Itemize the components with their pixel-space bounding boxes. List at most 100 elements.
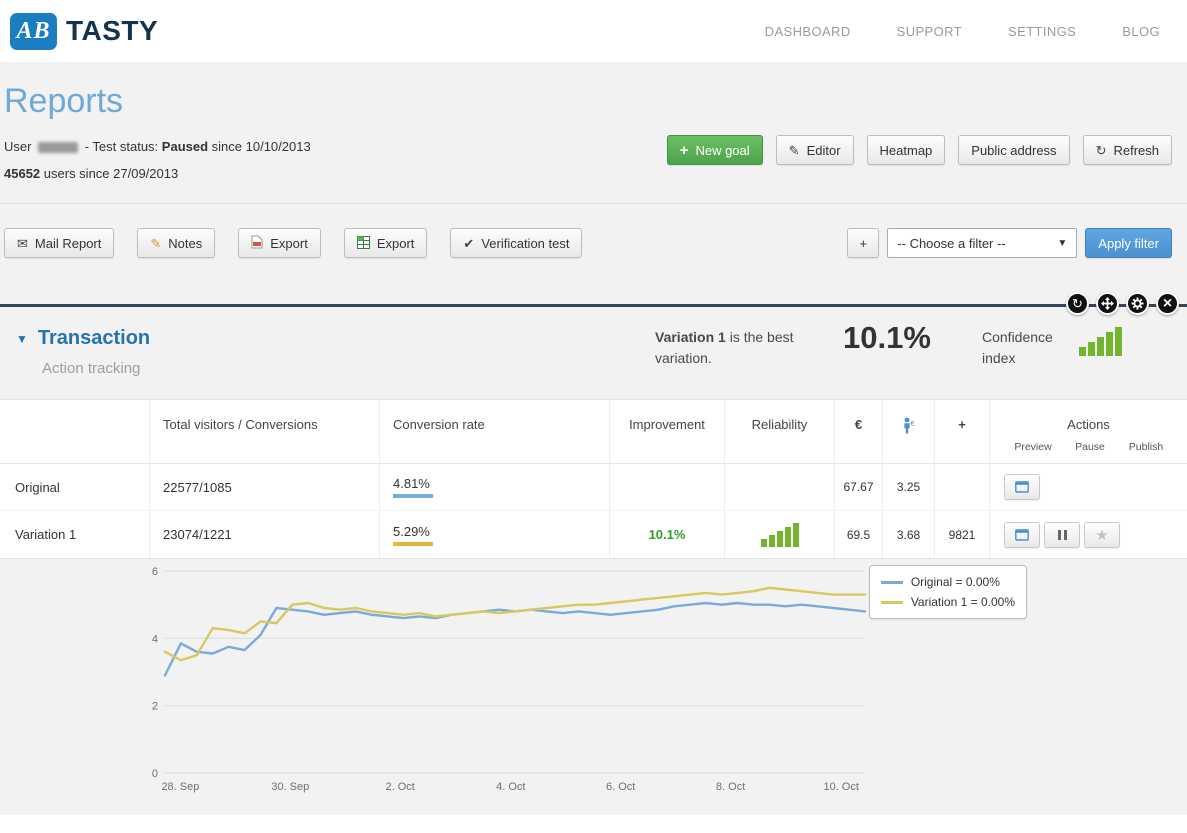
revenue-per-user-cell: 3.25 <box>883 464 935 510</box>
confidence-index: Confidence index <box>982 327 1122 369</box>
rate-cell: 4.81% <box>380 464 610 510</box>
public-address-label: Public address <box>971 143 1056 158</box>
logo-text: TASTY <box>66 15 158 47</box>
user-label: User <box>4 139 31 154</box>
public-address-button[interactable]: Public address <box>958 135 1069 165</box>
star-icon: ★ <box>1095 526 1108 544</box>
chart-legend: Original = 0.00% Variation 1 = 0.00% <box>869 565 1027 619</box>
export-pdf-label: Export <box>270 236 308 251</box>
mail-report-button[interactable]: ✉ Mail Report <box>4 228 114 258</box>
new-goal-button[interactable]: + New goal <box>667 135 763 165</box>
visitors-value: 22577/1085 <box>163 480 232 495</box>
notes-button[interactable]: ✎ Notes <box>137 228 215 258</box>
add-filter-icon: + <box>860 236 868 251</box>
new-goal-label: New goal <box>695 143 749 158</box>
table-header-row: Total visitors / Conversions Conversion … <box>0 400 1187 464</box>
status-since: since 10/10/2013 <box>212 139 311 154</box>
collapse-caret-icon: ▼ <box>16 332 28 346</box>
svg-text:€: € <box>911 421 915 428</box>
legend-line-swatch <box>881 581 903 584</box>
nav-settings[interactable]: SETTINGS <box>1008 24 1076 39</box>
app-root: AB TASTY DASHBOARD SUPPORT SETTINGS BLOG… <box>0 0 1187 833</box>
publish-button[interactable]: ★ <box>1084 522 1120 548</box>
improvement-cell: 10.1% <box>610 511 725 558</box>
mail-icon: ✉ <box>17 237 28 250</box>
editor-button[interactable]: ✎ Editor <box>776 135 854 165</box>
svg-text:6: 6 <box>152 566 158 578</box>
page-body: Reports User - Test status: Paused since… <box>0 62 1187 815</box>
export-excel-button[interactable]: Export <box>344 228 428 258</box>
svg-text:28. Sep: 28. Sep <box>161 781 199 793</box>
topbar: AB TASTY DASHBOARD SUPPORT SETTINGS BLOG <box>0 0 1187 62</box>
toolbar-left: ✉ Mail Report ✎ Notes Export <box>4 228 582 258</box>
svg-text:0: 0 <box>152 768 158 780</box>
report-toolbar: ✉ Mail Report ✎ Notes Export <box>0 204 1187 258</box>
test-info: User - Test status: Paused since 10/10/2… <box>4 133 311 187</box>
nav-support[interactable]: SUPPORT <box>897 24 962 39</box>
row-label: Variation 1 <box>0 511 150 558</box>
legend-item-variation-1[interactable]: Variation 1 = 0.00% <box>881 592 1015 612</box>
preview-subheader: Preview <box>1014 441 1051 453</box>
revenue-euro-icon[interactable]: € <box>835 400 883 463</box>
pause-subheader: Pause <box>1075 441 1105 453</box>
status-value: Paused <box>162 139 208 154</box>
visitors-cell: 23074/1221 <box>150 511 380 558</box>
table-row-variation-1: Variation 1 23074/1221 5.29% 10.1% 69.5 … <box>0 511 1187 558</box>
status-label: - Test status: <box>85 139 158 154</box>
confidence-index-label: Confidence index <box>982 327 1062 369</box>
pause-icon <box>1058 530 1067 540</box>
export-excel-label: Export <box>377 236 415 251</box>
legend-line-swatch <box>881 601 903 604</box>
widget-title[interactable]: ▼ Transaction <box>16 327 150 350</box>
results-table: Total visitors / Conversions Conversion … <box>0 399 1187 559</box>
conversion-chart: 024628. Sep30. Sep2. Oct4. Oct6. Oct8. O… <box>0 559 1187 815</box>
preview-button[interactable] <box>1004 474 1040 500</box>
nav-blog[interactable]: BLOG <box>1122 24 1160 39</box>
legend-label: Original = 0.00% <box>911 572 1000 592</box>
preview-window-icon <box>1015 481 1029 493</box>
svg-text:30. Sep: 30. Sep <box>271 781 309 793</box>
transaction-widget: ↻ × ▼ Transaction Action tracking Variat… <box>0 304 1187 815</box>
publish-subheader: Publish <box>1129 441 1163 453</box>
actions-label: Actions <box>990 417 1187 432</box>
refresh-button[interactable]: ↻ Refresh <box>1083 135 1172 165</box>
rate-series-bar <box>393 494 433 498</box>
apply-filter-button[interactable]: Apply filter <box>1085 228 1172 258</box>
preview-button[interactable] <box>1004 522 1040 548</box>
check-icon: ✔ <box>463 237 474 250</box>
header-improvement: Improvement <box>610 400 725 463</box>
verification-test-button[interactable]: ✔ Verification test <box>450 228 582 258</box>
editor-label: Editor <box>807 143 841 158</box>
chart-svg: 024628. Sep30. Sep2. Oct4. Oct6. Oct8. O… <box>143 561 883 797</box>
add-metric-icon[interactable]: + <box>935 400 990 463</box>
revenue-cell: 69.5 <box>835 511 883 558</box>
header-empty <box>0 400 150 463</box>
extra-metric-cell <box>935 464 990 510</box>
svg-text:4: 4 <box>152 633 158 645</box>
add-filter-button[interactable]: + <box>847 228 879 258</box>
best-variation-name: Variation 1 <box>655 329 726 345</box>
users-count-line: 45652 users since 27/09/2013 <box>4 160 311 187</box>
test-status-line: User - Test status: Paused since 10/10/2… <box>4 133 311 160</box>
footer-strip <box>0 815 1187 833</box>
toolbar-right: + -- Choose a filter -- ▼ Apply filter <box>847 228 1172 258</box>
heatmap-button[interactable]: Heatmap <box>867 135 946 165</box>
actions-subheaders: Preview Pause Publish <box>990 441 1187 453</box>
rate-series-bar <box>393 542 433 546</box>
reliability-cell <box>725 511 835 558</box>
row-label: Original <box>0 464 150 510</box>
nav-dashboard[interactable]: DASHBOARD <box>765 24 851 39</box>
legend-item-original[interactable]: Original = 0.00% <box>881 572 1015 592</box>
svg-text:4. Oct: 4. Oct <box>496 781 525 793</box>
header-actions-block: Actions Preview Pause Publish <box>990 400 1187 463</box>
users-count-suffix: users since 27/09/2013 <box>44 166 178 181</box>
export-pdf-icon <box>251 235 263 251</box>
pause-button[interactable] <box>1044 522 1080 548</box>
revenue-per-user-icon[interactable]: € <box>883 400 935 463</box>
visitors-value: 23074/1221 <box>163 527 232 542</box>
export-pdf-button[interactable]: Export <box>238 228 321 258</box>
abtasty-logo[interactable]: AB TASTY <box>10 13 158 50</box>
legend-label: Variation 1 = 0.00% <box>911 592 1015 612</box>
filter-select[interactable]: -- Choose a filter -- ▼ <box>887 228 1077 258</box>
heatmap-label: Heatmap <box>880 143 933 158</box>
